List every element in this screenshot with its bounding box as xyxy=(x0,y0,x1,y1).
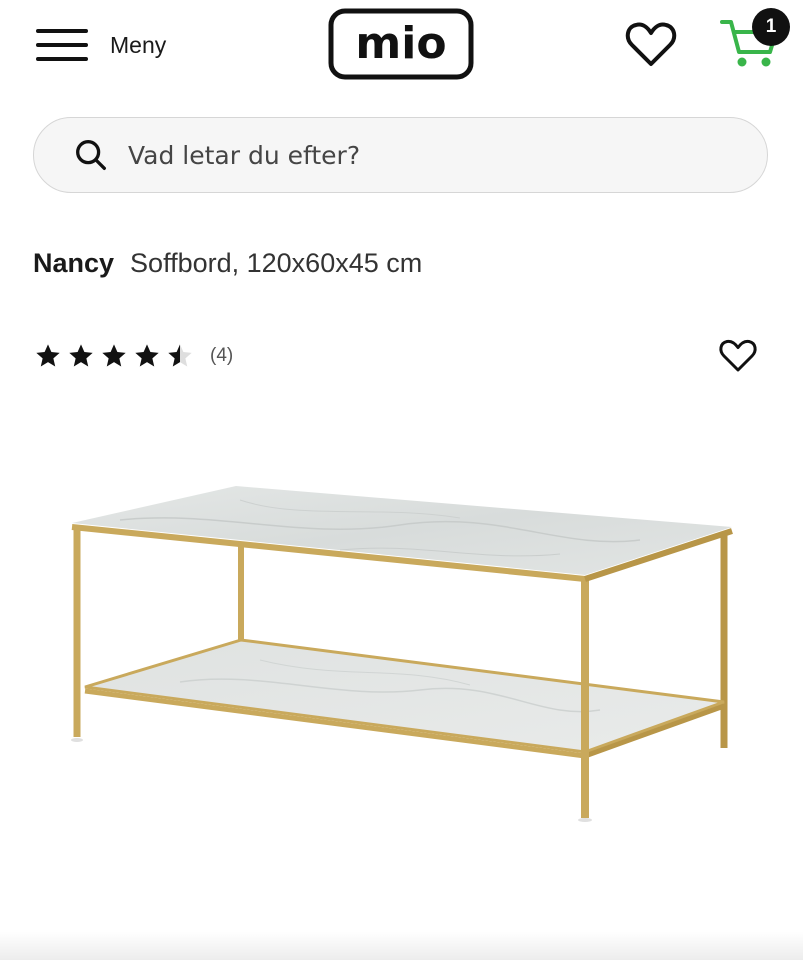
star-full-icon xyxy=(135,344,159,367)
menu-label: Meny xyxy=(110,31,167,58)
hamburger-icon xyxy=(36,29,88,61)
cart-count-badge: 1 xyxy=(752,8,790,46)
mio-logo[interactable]: mio xyxy=(328,8,474,80)
star-full-icon xyxy=(102,344,126,367)
product-rating[interactable]: (4) xyxy=(33,338,233,374)
star-full-icon xyxy=(69,344,93,367)
star-half-icon xyxy=(168,344,192,367)
search-icon xyxy=(76,140,106,170)
heart-outline-icon xyxy=(719,339,757,372)
top-header: Meny mio 1 xyxy=(0,0,803,95)
product-subtitle: Soffbord, 120x60x45 cm xyxy=(130,248,423,278)
review-count: (4) xyxy=(210,345,234,366)
bottom-edge xyxy=(0,932,803,960)
search-bar[interactable] xyxy=(33,117,768,193)
cart-button[interactable]: 1 xyxy=(718,8,794,74)
menu-button[interactable]: Meny xyxy=(36,22,196,68)
rating-stars xyxy=(33,342,198,370)
star-full-icon xyxy=(36,344,60,367)
product-wishlist-button[interactable] xyxy=(718,336,758,376)
logo-text: mio xyxy=(355,18,446,69)
heart-icon xyxy=(625,22,677,66)
product-brand: Nancy xyxy=(33,248,115,278)
coffee-table-illustration xyxy=(71,486,733,822)
search-input[interactable] xyxy=(126,139,690,171)
wishlist-button[interactable] xyxy=(624,20,678,70)
product-title: Nancy Soffbord, 120x60x45 cm xyxy=(33,248,422,288)
product-image[interactable] xyxy=(40,450,760,850)
